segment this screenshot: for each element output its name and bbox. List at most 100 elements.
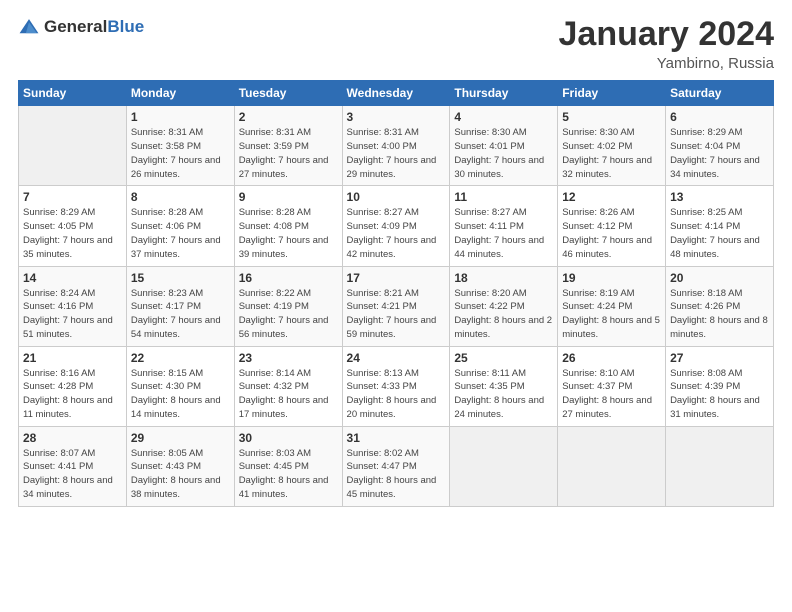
day-number: 29 (131, 431, 230, 445)
calendar-table: SundayMondayTuesdayWednesdayThursdayFrid… (18, 80, 774, 506)
day-number: 8 (131, 190, 230, 204)
calendar-cell: 12 Sunrise: 8:26 AMSunset: 4:12 PMDayligh… (558, 186, 666, 266)
day-info: Sunrise: 8:08 AMSunset: 4:39 PMDaylight:… (670, 367, 769, 422)
day-info: Sunrise: 8:29 AMSunset: 4:04 PMDaylight:… (670, 126, 769, 181)
day-info: Sunrise: 8:15 AMSunset: 4:30 PMDaylight:… (131, 367, 230, 422)
day-number: 7 (23, 190, 122, 204)
calendar-cell: 31 Sunrise: 8:02 AMSunset: 4:47 PMDayligh… (342, 426, 450, 506)
day-info: Sunrise: 8:14 AMSunset: 4:32 PMDaylight:… (239, 367, 338, 422)
calendar-cell: 27 Sunrise: 8:08 AMSunset: 4:39 PMDayligh… (666, 346, 774, 426)
weekday-header-friday: Friday (558, 81, 666, 106)
day-info: Sunrise: 8:31 AMSunset: 4:00 PMDaylight:… (347, 126, 446, 181)
day-number: 4 (454, 110, 553, 124)
day-info: Sunrise: 8:07 AMSunset: 4:41 PMDaylight:… (23, 447, 122, 502)
calendar-cell: 13 Sunrise: 8:25 AMSunset: 4:14 PMDayligh… (666, 186, 774, 266)
day-info: Sunrise: 8:21 AMSunset: 4:21 PMDaylight:… (347, 287, 446, 342)
day-info: Sunrise: 8:27 AMSunset: 4:09 PMDaylight:… (347, 206, 446, 261)
day-number: 16 (239, 271, 338, 285)
day-info: Sunrise: 8:02 AMSunset: 4:47 PMDaylight:… (347, 447, 446, 502)
calendar-cell: 22 Sunrise: 8:15 AMSunset: 4:30 PMDayligh… (126, 346, 234, 426)
weekday-header-sunday: Sunday (19, 81, 127, 106)
day-info: Sunrise: 8:29 AMSunset: 4:05 PMDaylight:… (23, 206, 122, 261)
day-number: 6 (670, 110, 769, 124)
day-number: 10 (347, 190, 446, 204)
day-number: 27 (670, 351, 769, 365)
calendar-cell: 3Sunrise: 8:31 AMSunset: 4:00 PMDaylight… (342, 106, 450, 186)
calendar-cell: 25Sunrise: 8:11 AMSunset: 4:35 PMDayligh… (450, 346, 558, 426)
day-info: Sunrise: 8:30 AMSunset: 4:02 PMDaylight:… (562, 126, 661, 181)
calendar-cell: 5Sunrise: 8:30 AMSunset: 4:02 PMDaylight… (558, 106, 666, 186)
calendar-cell: 30Sunrise: 8:03 AMSunset: 4:45 PMDayligh… (234, 426, 342, 506)
day-number: 18 (454, 271, 553, 285)
calendar-cell (558, 426, 666, 506)
calendar-cell (19, 106, 127, 186)
calendar-cell: 19Sunrise: 8:19 AMSunset: 4:24 PMDayligh… (558, 266, 666, 346)
weekday-header-tuesday: Tuesday (234, 81, 342, 106)
calendar-cell (666, 426, 774, 506)
day-info: Sunrise: 8:25 AMSunset: 4:14 PMDaylight:… (670, 206, 769, 261)
day-info: Sunrise: 8:05 AMSunset: 4:43 PMDaylight:… (131, 447, 230, 502)
week-row-2: 7 Sunrise: 8:29 AMSunset: 4:05 PMDaylight… (19, 186, 774, 266)
weekday-header-thursday: Thursday (450, 81, 558, 106)
day-info: Sunrise: 8:30 AMSunset: 4:01 PMDaylight:… (454, 126, 553, 181)
day-info: Sunrise: 8:26 AMSunset: 4:12 PMDaylight:… (562, 206, 661, 261)
day-number: 31 (347, 431, 446, 445)
day-number: 13 (670, 190, 769, 204)
day-info: Sunrise: 8:10 AMSunset: 4:37 PMDaylight:… (562, 367, 661, 422)
day-number: 26 (562, 351, 661, 365)
calendar-cell: 8 Sunrise: 8:28 AMSunset: 4:06 PMDaylight… (126, 186, 234, 266)
day-info: Sunrise: 8:18 AMSunset: 4:26 PMDaylight:… (670, 287, 769, 342)
calendar-cell: 9Sunrise: 8:28 AMSunset: 4:08 PMDaylight… (234, 186, 342, 266)
weekday-header-row: SundayMondayTuesdayWednesdayThursdayFrid… (19, 81, 774, 106)
header: GeneralBlue January 2024 Yambirno, Russi… (18, 16, 774, 72)
day-info: Sunrise: 8:24 AMSunset: 4:16 PMDaylight:… (23, 287, 122, 342)
title-block: January 2024 Yambirno, Russia (559, 16, 775, 72)
day-info: Sunrise: 8:13 AMSunset: 4:33 PMDaylight:… (347, 367, 446, 422)
day-number: 11 (454, 190, 553, 204)
day-number: 28 (23, 431, 122, 445)
week-row-4: 21Sunrise: 8:16 AMSunset: 4:28 PMDayligh… (19, 346, 774, 426)
month-title: January 2024 (559, 16, 775, 53)
day-info: Sunrise: 8:27 AMSunset: 4:11 PMDaylight:… (454, 206, 553, 261)
page: GeneralBlue January 2024 Yambirno, Russi… (0, 0, 792, 612)
calendar-cell: 11 Sunrise: 8:27 AMSunset: 4:11 PMDayligh… (450, 186, 558, 266)
day-info: Sunrise: 8:23 AMSunset: 4:17 PMDaylight:… (131, 287, 230, 342)
calendar-cell: 2 Sunrise: 8:31 AMSunset: 3:59 PMDaylight… (234, 106, 342, 186)
day-info: Sunrise: 8:22 AMSunset: 4:19 PMDaylight:… (239, 287, 338, 342)
calendar-cell: 28 Sunrise: 8:07 AMSunset: 4:41 PMDayligh… (19, 426, 127, 506)
calendar-cell: 1Sunrise: 8:31 AMSunset: 3:58 PMDaylight… (126, 106, 234, 186)
week-row-5: 28 Sunrise: 8:07 AMSunset: 4:41 PMDayligh… (19, 426, 774, 506)
calendar-cell (450, 426, 558, 506)
location-subtitle: Yambirno, Russia (559, 55, 775, 72)
day-number: 12 (562, 190, 661, 204)
day-info: Sunrise: 8:31 AMSunset: 3:59 PMDaylight:… (239, 126, 338, 181)
day-info: Sunrise: 8:19 AMSunset: 4:24 PMDaylight:… (562, 287, 661, 342)
calendar-cell: 6 Sunrise: 8:29 AMSunset: 4:04 PMDaylight… (666, 106, 774, 186)
calendar-cell: 14 Sunrise: 8:24 AMSunset: 4:16 PMDayligh… (19, 266, 127, 346)
calendar-cell: 20Sunrise: 8:18 AMSunset: 4:26 PMDayligh… (666, 266, 774, 346)
day-number: 9 (239, 190, 338, 204)
day-info: Sunrise: 8:31 AMSunset: 3:58 PMDaylight:… (131, 126, 230, 181)
day-info: Sunrise: 8:03 AMSunset: 4:45 PMDaylight:… (239, 447, 338, 502)
calendar-cell: 23Sunrise: 8:14 AMSunset: 4:32 PMDayligh… (234, 346, 342, 426)
calendar-cell: 18 Sunrise: 8:20 AMSunset: 4:22 PMDayligh… (450, 266, 558, 346)
calendar-cell: 24Sunrise: 8:13 AMSunset: 4:33 PMDayligh… (342, 346, 450, 426)
day-number: 14 (23, 271, 122, 285)
day-info: Sunrise: 8:28 AMSunset: 4:06 PMDaylight:… (131, 206, 230, 261)
week-row-1: 1Sunrise: 8:31 AMSunset: 3:58 PMDaylight… (19, 106, 774, 186)
calendar-cell: 21Sunrise: 8:16 AMSunset: 4:28 PMDayligh… (19, 346, 127, 426)
calendar-cell: 4 Sunrise: 8:30 AMSunset: 4:01 PMDaylight… (450, 106, 558, 186)
calendar-cell: 16 Sunrise: 8:22 AMSunset: 4:19 PMDayligh… (234, 266, 342, 346)
calendar-cell: 7 Sunrise: 8:29 AMSunset: 4:05 PMDaylight… (19, 186, 127, 266)
weekday-header-saturday: Saturday (666, 81, 774, 106)
day-info: Sunrise: 8:20 AMSunset: 4:22 PMDaylight:… (454, 287, 553, 342)
calendar-cell: 17 Sunrise: 8:21 AMSunset: 4:21 PMDayligh… (342, 266, 450, 346)
weekday-header-wednesday: Wednesday (342, 81, 450, 106)
week-row-3: 14 Sunrise: 8:24 AMSunset: 4:16 PMDayligh… (19, 266, 774, 346)
day-number: 15 (131, 271, 230, 285)
day-number: 2 (239, 110, 338, 124)
day-number: 22 (131, 351, 230, 365)
day-number: 25 (454, 351, 553, 365)
day-number: 17 (347, 271, 446, 285)
calendar-cell: 15 Sunrise: 8:23 AMSunset: 4:17 PMDayligh… (126, 266, 234, 346)
